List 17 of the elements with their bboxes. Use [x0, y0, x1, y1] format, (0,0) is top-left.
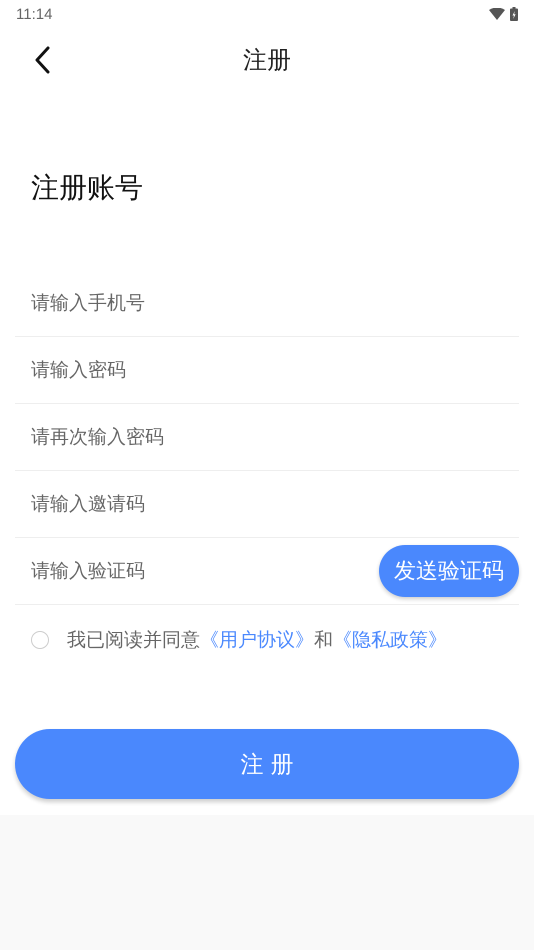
agreement-text: 我已阅读并同意《用户协议》和《隐私政策》 — [67, 628, 447, 653]
battery-icon — [510, 7, 518, 21]
back-icon[interactable] — [34, 46, 50, 74]
input-field[interactable]: 请输入密码 — [15, 359, 331, 381]
status-time: 11:14 — [16, 6, 52, 22]
agreement-checkbox[interactable] — [31, 631, 49, 649]
page-title: 注册 — [243, 45, 291, 76]
input-field[interactable]: 请输入邀请码 — [15, 493, 331, 515]
page-heading: 注册账号 — [31, 170, 143, 206]
input-field[interactable]: 请输入验证码 — [15, 560, 331, 582]
agreement-link[interactable]: 《用户协议》 — [200, 629, 314, 651]
agreement-link[interactable]: 《隐私政策》 — [333, 629, 447, 651]
input-field[interactable]: 请输入手机号 — [15, 292, 331, 314]
send-code-button[interactable]: 发送验证码 — [379, 545, 519, 597]
register-button[interactable]: 注 册 — [15, 729, 519, 799]
input-field[interactable]: 请再次输入密码 — [15, 426, 331, 448]
wifi-icon — [489, 8, 505, 20]
